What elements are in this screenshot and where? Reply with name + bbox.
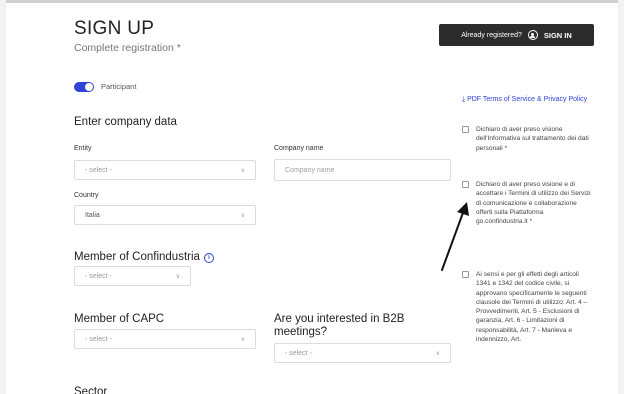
confindustria-select-value: - select -	[85, 272, 112, 280]
country-select-value: Italia	[85, 211, 100, 219]
company-name-label: Company name	[274, 145, 324, 152]
sign-in-label: SIGN IN	[543, 30, 572, 40]
page-title: SIGN UP	[74, 18, 155, 39]
capc-section-title: Member of CAPC	[74, 313, 165, 325]
pdf-terms-link-text: PDF Terms of Service & Privacy Policy	[467, 96, 588, 103]
consent-clauses: Ai sensi e per gli effetti degli articol…	[462, 270, 592, 394]
b2b-select[interactable]: - select - ∨	[274, 343, 451, 363]
download-icon: ⤓	[462, 96, 466, 103]
confindustria-title-text: Member of Confindustria	[74, 251, 200, 263]
confindustria-select[interactable]: - select - ∨	[74, 266, 191, 286]
consent-privacy: Dichiaro di aver preso visione dell'Info…	[462, 125, 592, 170]
confindustria-section-title: Member of Confindustria i	[74, 251, 214, 263]
entity-label: Entity	[74, 145, 92, 152]
country-select[interactable]: Italia ∨	[74, 205, 256, 225]
top-divider	[6, 0, 618, 3]
participant-toggle[interactable]	[74, 82, 94, 92]
company-name-input[interactable]	[274, 159, 451, 181]
country-label: Country	[74, 192, 99, 199]
consent-clauses-text: Ai sensi e per gli effetti degli articol…	[476, 271, 588, 344]
pdf-terms-link[interactable]: ⤓ PDF Terms of Service & Privacy Policy	[462, 95, 592, 104]
page-subtitle: Complete registration *	[74, 42, 181, 54]
sign-in-button[interactable]: Already registered? SIGN IN	[439, 24, 594, 46]
user-circle-icon	[527, 30, 538, 40]
entity-select[interactable]: - select - ∨	[74, 160, 256, 180]
b2b-select-value: - select -	[285, 349, 312, 357]
participant-toggle-label: Participant	[101, 82, 137, 91]
consent-terms: Dichiaro di aver preso visione e di acce…	[462, 180, 592, 260]
consent-privacy-text: Dichiaro di aver preso visione dell'Info…	[476, 126, 589, 152]
chevron-down-icon: ∨	[435, 351, 440, 357]
signup-page: SIGN UP Complete registration * Already …	[6, 0, 618, 394]
capc-select-value: - select -	[85, 335, 112, 343]
company-section-title: Enter company data	[74, 116, 177, 128]
consent-terms-text: Dichiaro di aver preso visione e di acce…	[476, 181, 591, 226]
chevron-down-icon: ∨	[240, 168, 245, 174]
sector-section-title: Sector	[74, 386, 108, 394]
chevron-down-icon: ∨	[240, 213, 245, 219]
consent-privacy-checkbox[interactable]	[462, 126, 469, 133]
chevron-down-icon: ∨	[175, 274, 180, 280]
consent-terms-checkbox[interactable]	[462, 181, 469, 188]
chevron-down-icon: ∨	[240, 337, 245, 343]
info-icon[interactable]: i	[203, 253, 214, 263]
already-registered-text: Already registered?	[461, 31, 522, 39]
entity-select-value: - select -	[85, 166, 112, 174]
annotation-arrow-icon	[441, 202, 469, 271]
capc-select[interactable]: - select - ∨	[74, 329, 256, 349]
b2b-section-title: Are you interested in B2B meetings?	[274, 313, 405, 338]
